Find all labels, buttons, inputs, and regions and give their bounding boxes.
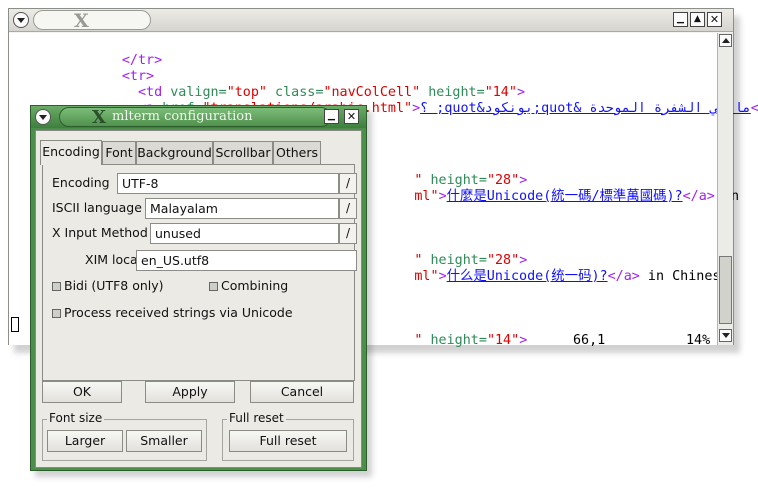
unicode-label: Process received strings via Unicode (64, 305, 293, 320)
code-line: </tr> (121, 53, 163, 68)
dialog-title: mlterm configuration (112, 109, 253, 124)
code-line: ml">什么是Unicode(统一码)?</a> in Chinese (414, 269, 729, 284)
full-reset-button[interactable]: Full reset (229, 430, 347, 452)
code-line: ml">什麼是Unicode(統一碼/標準萬國碼)?</a> in (414, 189, 739, 204)
bidi-label: Bidi (UTF8 only) (64, 278, 164, 293)
dialog-body: Encoding Font Background Scrollbar Other… (35, 130, 362, 468)
scroll-down-icon[interactable] (719, 329, 732, 342)
iscii-field[interactable]: Malayalam (145, 198, 339, 219)
xim-locale-field[interactable]: en_US.utf8 (136, 250, 357, 271)
tab-encoding[interactable]: Encoding (40, 140, 102, 165)
full-reset-label: Full reset (227, 411, 286, 425)
iscii-label: ISCII language (52, 200, 142, 215)
scrollbar-thumb[interactable] (719, 256, 732, 324)
ok-button[interactable]: OK (42, 381, 122, 403)
close-button[interactable]: ✕ (707, 12, 722, 27)
encoding-field[interactable]: UTF-8 (117, 173, 339, 194)
x-logo-icon: X (92, 107, 106, 128)
terminal-scrollbar[interactable] (717, 33, 733, 345)
arabic-link[interactable]: ما هي الشفرة الموحدة &quot;يونكود&quot; … (420, 101, 751, 116)
code-line: <td valign="top" class="navColCell" heig… (138, 85, 525, 100)
xim-method-field[interactable]: unused (150, 223, 339, 244)
iscii-dropdown-button[interactable]: / (339, 198, 357, 219)
encoding-panel: Encoding UTF-8 / ISCII language Malayala… (42, 164, 357, 381)
code-line: " height="28"> (414, 253, 528, 268)
terminal-title-area: X (33, 10, 151, 32)
code-line: <a href="translations/arabic.html">ما هي… (138, 101, 758, 116)
xim-method-dropdown-button[interactable]: / (339, 223, 357, 244)
font-size-frame: Font size Larger Smaller (42, 411, 207, 461)
mlterm-config-dialog: X mlterm configuration ▁ ✕ Encoding Font… (30, 105, 367, 471)
scroll-percent: 14% (686, 333, 711, 348)
cancel-button[interactable]: Cancel (250, 381, 354, 403)
dialog-close-button[interactable]: ✕ (344, 109, 359, 124)
dialog-menu-icon[interactable] (35, 109, 51, 125)
combining-checkbox[interactable] (209, 282, 218, 291)
maximize-button[interactable]: ▲ (690, 12, 705, 27)
code-line: " height="14"> (414, 333, 528, 348)
tab-font[interactable]: Font (102, 141, 136, 164)
dialog-minimize-button[interactable]: ▁ (324, 109, 339, 124)
simplified-chinese-link[interactable]: 什么是Unicode(统一码)? (447, 269, 608, 284)
tab-background[interactable]: Background (136, 141, 213, 164)
terminal-titlebar[interactable]: X ▁ ▲ ✕ (9, 9, 733, 32)
larger-button[interactable]: Larger (47, 430, 123, 452)
window-menu-icon[interactable] (13, 12, 29, 28)
traditional-chinese-link[interactable]: 什麼是Unicode(統一碼/標準萬國碼)? (447, 189, 683, 204)
code-line: " height="28"> (414, 173, 528, 188)
tab-scrollbar[interactable]: Scrollbar (213, 141, 273, 164)
dialog-titlebar[interactable]: X mlterm configuration ▁ ✕ (31, 106, 366, 128)
encoding-label: Encoding (52, 175, 110, 190)
dialog-title-area: X mlterm configuration (59, 107, 331, 128)
encoding-dropdown-button[interactable]: / (339, 173, 357, 194)
combining-label: Combining (221, 278, 289, 293)
bidi-checkbox[interactable] (52, 282, 61, 291)
xim-method-label: X Input Method (52, 225, 148, 240)
cursor-position: 66,1 (573, 333, 606, 348)
unicode-checkbox[interactable] (52, 309, 61, 318)
font-size-label: Font size (47, 411, 105, 425)
code-line: <tr> (121, 69, 155, 84)
tab-others[interactable]: Others (273, 141, 321, 164)
x-logo-icon: X (74, 10, 89, 32)
full-reset-frame: Full reset Full reset (222, 411, 354, 461)
apply-button[interactable]: Apply (145, 381, 235, 403)
terminal-cursor (11, 317, 19, 332)
minimize-button[interactable]: ▁ (673, 12, 688, 27)
smaller-button[interactable]: Smaller (126, 430, 202, 452)
scroll-up-icon[interactable] (719, 34, 732, 47)
